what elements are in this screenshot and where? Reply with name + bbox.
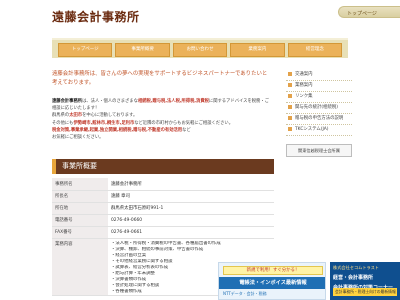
ad-cta-bar: 会計事務所・税理士向けの最新情報	[333, 288, 397, 296]
ad-headline: 電帳法・インボイス最新情報	[219, 277, 325, 289]
ad-headline: 経営・会計事務所	[333, 275, 374, 281]
sidebar-item-label: TKCシステム(JA)	[295, 127, 329, 132]
phone-value: 0276-49-0660	[108, 214, 274, 227]
row-label: FAX番号	[52, 226, 108, 239]
row-label: 事務所名	[52, 178, 108, 191]
ad-sponsor: NTTデータ · 会計・税務	[223, 291, 267, 296]
fax-value: 0276-49-0661	[108, 226, 274, 239]
main-navigation: トップページ 事業所概要 お問い合わせ 業務案内 経営理念	[52, 38, 348, 58]
sidebar-item-gift-tax[interactable]: 贈与税の申告方法の説明	[286, 114, 352, 125]
nav-office-overview[interactable]: 事業所概要	[115, 43, 170, 57]
table-row: 事務所名 遠藤会計事務所	[52, 178, 274, 191]
bullet-icon	[288, 126, 292, 131]
intro-paragraph-3: その他にも伊勢崎市,館林市,桐生市,足利市など近隣の市町村からもお気軽にご相談く…	[52, 120, 272, 127]
header: 遠藤会計事務所 トップページ	[0, 0, 400, 36]
sidebar: 交通案内 業務案内 リンク集 関与先の統計(相続税) 贈与税の申告方法の説明 T…	[286, 70, 352, 157]
intro-city: 太田市	[69, 113, 83, 119]
intro-text: その他にも	[52, 120, 74, 126]
ad-tagline: 新規で利用！すぐ分かる！	[223, 266, 323, 275]
nav-philosophy[interactable]: 経営理念	[287, 43, 343, 57]
intro-text: は、法人・個人のさまざまな	[82, 99, 138, 104]
top-page-link[interactable]: トップページ	[338, 6, 400, 18]
row-label: 所在地	[52, 202, 108, 215]
row-label: 所長名	[52, 190, 108, 203]
intro-paragraph-1: 遠藤会計事務所は、法人・個人のさまざまな相続税,贈与税,法人税,所得税,消費税に…	[52, 98, 272, 112]
director-name-value: 遠藤 章司	[108, 190, 274, 203]
sidebar-item-services[interactable]: 業務案内	[286, 81, 352, 92]
intro-tax-keywords: 相続税,贈与税,法人税,所得税,消費税	[137, 99, 209, 104]
intro-paragraph-4: 税金対策,事業承継,起業,独立開業,相続税,贈与税,不動産の有効活用など	[52, 127, 272, 134]
sidebar-item-label: 業務案内	[295, 83, 313, 88]
sidebar-item-statistics[interactable]: 関与先の統計(相続税)	[286, 103, 352, 114]
nav-contact[interactable]: お問い合わせ	[172, 43, 228, 57]
intro-paragraph-2: 群馬県の太田市を中心に活動しております。	[52, 112, 272, 119]
ad-banner-invoice[interactable]: 新規で利用！すぐ分かる！ 電帳法・インボイス最新情報 NTTデータ · 会計・税…	[218, 262, 326, 300]
ad-brand: 株式会社セコムトラスト	[333, 265, 379, 270]
bullet-icon	[288, 82, 292, 87]
intro-paragraph-5: お気軽にご相談ください。	[52, 135, 104, 141]
table-row: FAX番号 0276-49-0661	[52, 226, 274, 239]
row-label: 業務内容	[52, 238, 108, 296]
sidebar-item-label: 関与先の統計(相続税)	[295, 105, 338, 110]
ad-banner-secom[interactable]: 株式会社セコムトラスト 経営・会計事務所 会計事務所の対策コーナー 会計事務所・…	[330, 262, 400, 300]
bullet-icon	[288, 71, 292, 76]
table-row: 所長名 遠藤 章司	[52, 190, 274, 203]
intro-office-name: 遠藤会計事務所	[52, 99, 83, 104]
intro-text: など	[182, 127, 191, 133]
intro-service-keywords: 税金対策,事業承継,起業,独立開業,相続税,贈与税,不動産の有効活用	[52, 127, 183, 133]
table-row: 電話番号 0276-49-0660	[52, 214, 274, 227]
tax-association-banner[interactable]: 関東信越税理士会所属	[286, 144, 352, 157]
sidebar-item-tkc[interactable]: TKCシステム(JA)	[286, 125, 352, 136]
site-title[interactable]: 遠藤会計事務所	[52, 8, 140, 25]
sidebar-item-links[interactable]: リンク集	[286, 92, 352, 103]
sidebar-item-access[interactable]: 交通案内	[286, 70, 352, 81]
sidebar-item-label: リンク集	[295, 94, 313, 99]
intro-text: 群馬県の	[52, 113, 70, 119]
intro-text: など近隣の市町村からもお気軽にご相談ください。	[134, 120, 233, 126]
section-title: 事業所概要	[52, 159, 274, 174]
table-row: 所在地 群馬県太田市石原町991-1	[52, 202, 274, 215]
sidebar-item-label: 交通案内	[295, 72, 313, 77]
office-name-value: 遠藤会計事務所	[108, 178, 274, 191]
row-label: 電話番号	[52, 214, 108, 227]
nav-top[interactable]: トップページ	[58, 43, 113, 57]
nav-services[interactable]: 業務案内	[230, 43, 285, 57]
bullet-icon	[288, 93, 292, 98]
bullet-icon	[288, 115, 292, 120]
bullet-icon	[288, 104, 292, 109]
lead-text: 遠藤会計事務所は、皆さんの夢への実現をサポートするビジネスパートナーでありたいと…	[52, 71, 268, 86]
intro-text: を中心に活動しております。	[82, 113, 138, 119]
intro-block: 遠藤会計事務所は、法人・個人のさまざまな相続税,贈与税,法人税,所得税,消費税に…	[52, 98, 272, 141]
sidebar-item-label: 贈与税の申告方法の説明	[295, 116, 344, 121]
intro-nearby-cities: 伊勢崎市,館林市,桐生市,足利市	[73, 120, 135, 126]
address-value: 群馬県太田市石原町991-1	[108, 202, 274, 215]
